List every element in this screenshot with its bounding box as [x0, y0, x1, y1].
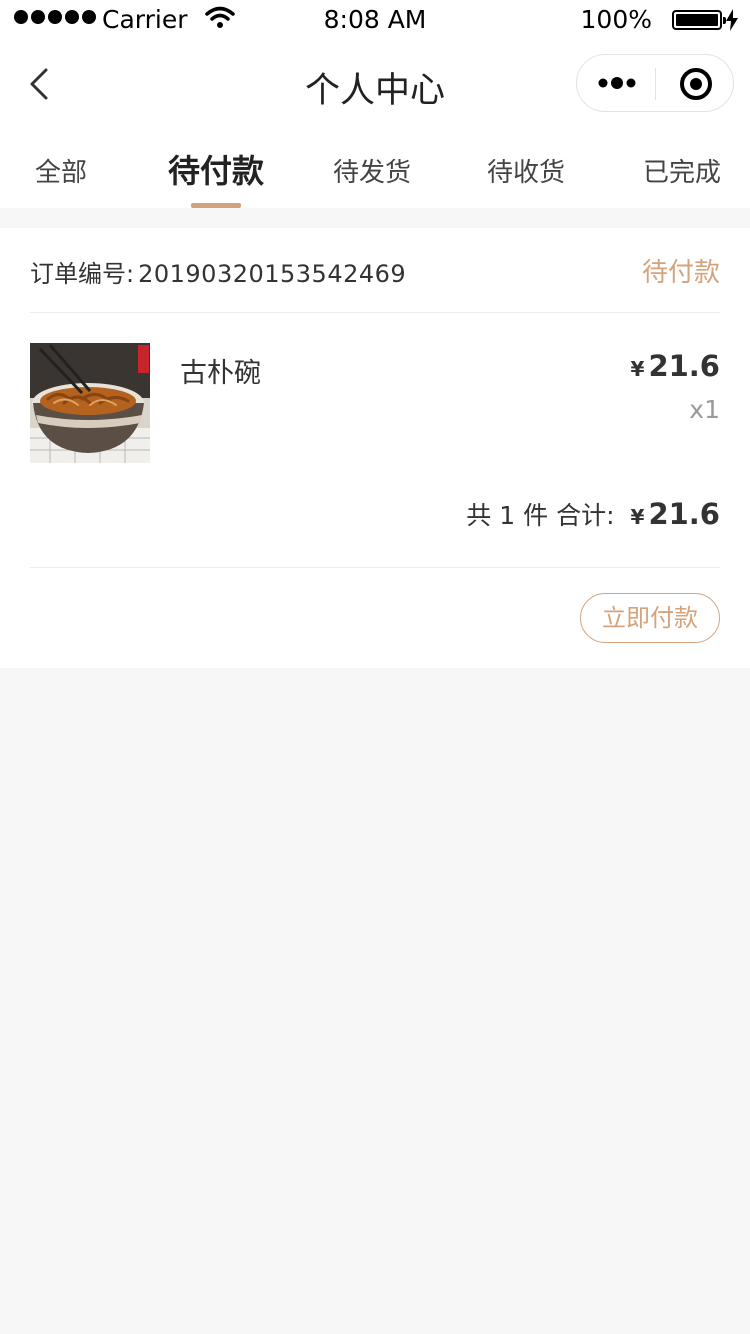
order-summary: 共 1 件 合计: ¥21.6 — [466, 496, 720, 532]
order-number-value: 20190320153542469 — [138, 260, 407, 288]
total-price: ¥21.6 — [631, 497, 720, 531]
product-quantity: x1 — [689, 395, 720, 424]
order-card[interactable]: 订单编号: 20190320153542469 待付款 古朴碗 ¥ 21.6 x… — [0, 228, 750, 668]
tab-pending-shipment[interactable]: 待发货 — [304, 128, 440, 208]
order-number: 订单编号: 20190320153542469 — [30, 254, 406, 289]
tab-completed[interactable]: 已完成 — [614, 128, 750, 208]
close-button[interactable] — [657, 55, 733, 111]
status-bar: Carrier 8:08 AM 100% — [0, 0, 750, 40]
order-number-label: 订单编号: — [30, 260, 135, 288]
battery-percent: 100% — [580, 5, 652, 34]
tab-label: 待收货 — [486, 158, 565, 188]
currency-symbol: ¥ — [630, 357, 645, 381]
item-count: 共 1 件 — [466, 501, 549, 530]
tab-label: 待付款 — [167, 152, 264, 190]
product-price: ¥21.6 — [631, 349, 720, 383]
capsule-divider — [655, 68, 656, 100]
battery-icon — [672, 10, 726, 30]
total-label: 合计: — [556, 501, 615, 530]
tab-label: 待发货 — [332, 158, 411, 188]
tab-pending-payment[interactable]: 待付款 — [140, 128, 292, 208]
total-price-value: 21.6 — [648, 497, 720, 531]
product-price-value: 21.6 — [648, 349, 720, 383]
tab-all[interactable]: 全部 — [0, 128, 122, 208]
tab-underline — [191, 203, 241, 208]
tab-label: 全部 — [34, 158, 87, 188]
product-item[interactable]: 古朴碗 ¥21.6 x1 — [30, 343, 720, 463]
pay-now-button[interactable]: 立即付款 — [580, 593, 720, 643]
currency-symbol: ¥ — [630, 505, 645, 529]
order-status-badge: 待付款 — [641, 258, 720, 288]
mini-program-capsule — [576, 54, 734, 112]
order-footer: 立即付款 — [30, 567, 720, 668]
product-name: 古朴碗 — [180, 358, 261, 389]
order-header: 订单编号: 20190320153542469 待付款 — [30, 228, 720, 313]
navigation-bar: 个人中心 — [0, 40, 750, 128]
tab-label: 已完成 — [642, 158, 721, 188]
tab-pending-receipt[interactable]: 待收货 — [458, 128, 594, 208]
order-status-tabs: 全部 待付款 待发货 待收货 已完成 — [0, 128, 750, 208]
charging-icon — [726, 8, 738, 37]
product-image — [30, 343, 150, 463]
more-button[interactable] — [577, 55, 656, 111]
